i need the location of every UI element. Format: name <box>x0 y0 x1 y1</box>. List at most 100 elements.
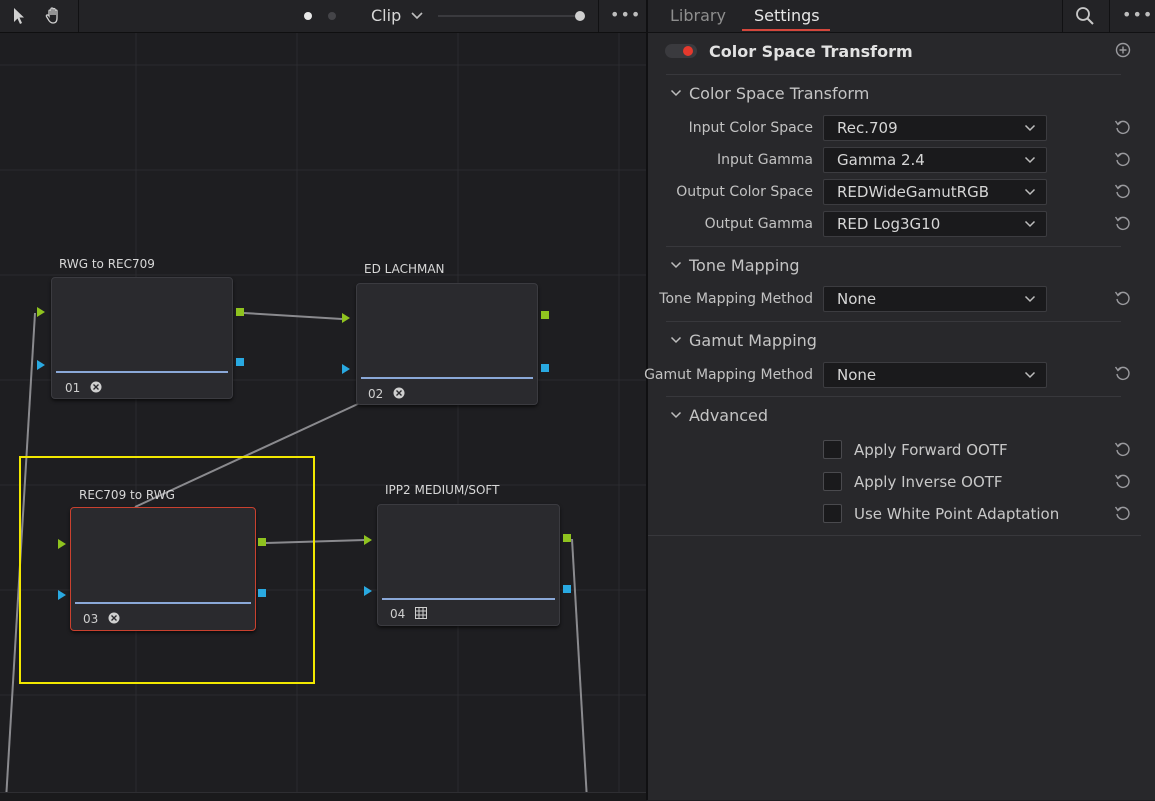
field-label: Input Color Space <box>688 120 813 136</box>
chevron-down-icon[interactable] <box>670 409 682 421</box>
node-01-alpha-input[interactable] <box>37 360 45 370</box>
node-02[interactable]: 02 <box>356 283 538 405</box>
lut-grid-icon <box>415 607 427 619</box>
node-02-bar <box>361 377 533 379</box>
dropdown-value: None <box>837 366 877 384</box>
node-graph-grid <box>0 33 647 800</box>
connection-01-02 <box>243 312 343 320</box>
field-label: Gamut Mapping Method <box>644 367 813 383</box>
chevron-down-icon <box>1024 220 1036 228</box>
chevron-down-icon[interactable] <box>670 259 682 271</box>
node-04[interactable]: 04 <box>377 504 560 626</box>
field-label: Tone Mapping Method <box>659 291 813 307</box>
node-03-title: REC709 to RWG <box>79 488 175 502</box>
apply-forward-ootf-checkbox[interactable] <box>823 440 842 459</box>
dropdown-value: None <box>837 290 877 308</box>
node-03-rgb-output[interactable] <box>258 538 266 546</box>
toggle-indicator <box>683 46 693 56</box>
node-03[interactable]: 03 <box>70 507 256 631</box>
node-03-rgb-input[interactable] <box>58 539 66 549</box>
page-dot[interactable] <box>328 12 336 20</box>
reset-icon[interactable] <box>1114 150 1132 168</box>
section-title-gamut-mapping[interactable]: Gamut Mapping <box>689 331 817 350</box>
chevron-down-icon[interactable] <box>410 8 424 22</box>
zoom-slider-handle[interactable] <box>575 11 585 21</box>
reset-icon[interactable] <box>1114 214 1132 232</box>
node-01-number: 01 <box>65 381 81 395</box>
node-01-title: RWG to REC709 <box>59 257 155 271</box>
node-03-alpha-output[interactable] <box>258 589 266 597</box>
tab-settings[interactable]: Settings <box>754 6 820 25</box>
node-01-rgb-input[interactable] <box>37 307 45 317</box>
output-gamma-dropdown[interactable]: RED Log3G10 <box>823 211 1047 237</box>
panel-options-icon[interactable]: ••• <box>1122 5 1153 24</box>
zoom-slider-track[interactable] <box>438 15 578 17</box>
fx-icon <box>90 381 102 393</box>
node-02-rgb-output[interactable] <box>541 311 549 319</box>
page-dot-active[interactable] <box>304 12 312 20</box>
chevron-down-icon <box>1024 156 1036 164</box>
input-color-space-dropdown[interactable]: Rec.709 <box>823 115 1047 141</box>
dropdown-value: REDWideGamutRGB <box>837 183 990 201</box>
reset-icon[interactable] <box>1114 440 1132 458</box>
chevron-down-icon[interactable] <box>670 87 682 99</box>
search-icon[interactable] <box>1075 6 1095 26</box>
chevron-down-icon <box>1024 124 1036 132</box>
chevron-down-icon <box>1024 188 1036 196</box>
node-01-bar <box>56 371 228 373</box>
dropdown-value: Gamma 2.4 <box>837 151 925 169</box>
node-04-alpha-input[interactable] <box>364 586 372 596</box>
more-options-icon[interactable]: ••• <box>610 5 641 24</box>
clip-mode-label[interactable]: Clip <box>371 6 401 25</box>
section-title-tone-mapping[interactable]: Tone Mapping <box>689 256 800 275</box>
node-01[interactable]: 01 <box>51 277 233 399</box>
field-label: Output Color Space <box>676 184 813 200</box>
checkbox-label[interactable]: Use White Point Adaptation <box>854 505 1059 523</box>
node-04-number: 04 <box>390 607 406 621</box>
chevron-down-icon[interactable] <box>670 334 682 346</box>
node-01-rgb-output[interactable] <box>236 308 244 316</box>
active-tab-indicator <box>742 29 830 31</box>
input-gamma-dropdown[interactable]: Gamma 2.4 <box>823 147 1047 173</box>
node-02-rgb-input[interactable] <box>342 313 350 323</box>
node-02-number: 02 <box>368 387 384 401</box>
node-02-title: ED LACHMAN <box>364 262 445 276</box>
node-02-alpha-input[interactable] <box>342 364 350 374</box>
section-title-cst[interactable]: Color Space Transform <box>689 84 869 103</box>
node-graph-canvas[interactable]: RWG to REC709 01 ED LACHMAN 02 REC709 to… <box>0 33 647 800</box>
chevron-down-icon <box>1024 371 1036 379</box>
connection-04-output <box>571 538 588 800</box>
reset-icon[interactable] <box>1114 182 1132 200</box>
reset-icon[interactable] <box>1114 364 1132 382</box>
pointer-tool-icon[interactable] <box>10 6 30 26</box>
node-04-rgb-input[interactable] <box>364 535 372 545</box>
node-04-title: IPP2 MEDIUM/SOFT <box>385 483 500 497</box>
reset-icon[interactable] <box>1114 472 1132 490</box>
reset-icon[interactable] <box>1114 289 1132 307</box>
dropdown-value: Rec.709 <box>837 119 898 137</box>
output-color-space-dropdown[interactable]: REDWideGamutRGB <box>823 179 1047 205</box>
effect-enable-toggle[interactable] <box>665 44 697 58</box>
white-point-adaptation-checkbox[interactable] <box>823 504 842 523</box>
apply-inverse-ootf-checkbox[interactable] <box>823 472 842 491</box>
node-04-alpha-output[interactable] <box>563 585 571 593</box>
hand-tool-icon[interactable] <box>44 6 64 26</box>
section-title-advanced[interactable]: Advanced <box>689 406 768 425</box>
gamut-mapping-method-dropdown[interactable]: None <box>823 362 1047 388</box>
effects-panel: Library Settings ••• Color Space Transfo… <box>644 0 1155 800</box>
node-04-rgb-output[interactable] <box>563 534 571 542</box>
checkbox-label[interactable]: Apply Inverse OOTF <box>854 473 1003 491</box>
node-01-alpha-output[interactable] <box>236 358 244 366</box>
reset-icon[interactable] <box>1114 504 1132 522</box>
checkbox-label[interactable]: Apply Forward OOTF <box>854 441 1008 459</box>
node-02-alpha-output[interactable] <box>541 364 549 372</box>
fx-icon <box>393 387 405 399</box>
node-editor-toolbar: Clip ••• <box>0 0 647 33</box>
reset-all-icon[interactable] <box>1114 41 1132 59</box>
tab-library[interactable]: Library <box>670 6 726 25</box>
node-03-alpha-input[interactable] <box>58 590 66 600</box>
node-03-number: 03 <box>83 612 99 626</box>
panel-header: Library Settings ••• <box>648 0 1155 33</box>
tone-mapping-method-dropdown[interactable]: None <box>823 286 1047 312</box>
reset-icon[interactable] <box>1114 118 1132 136</box>
